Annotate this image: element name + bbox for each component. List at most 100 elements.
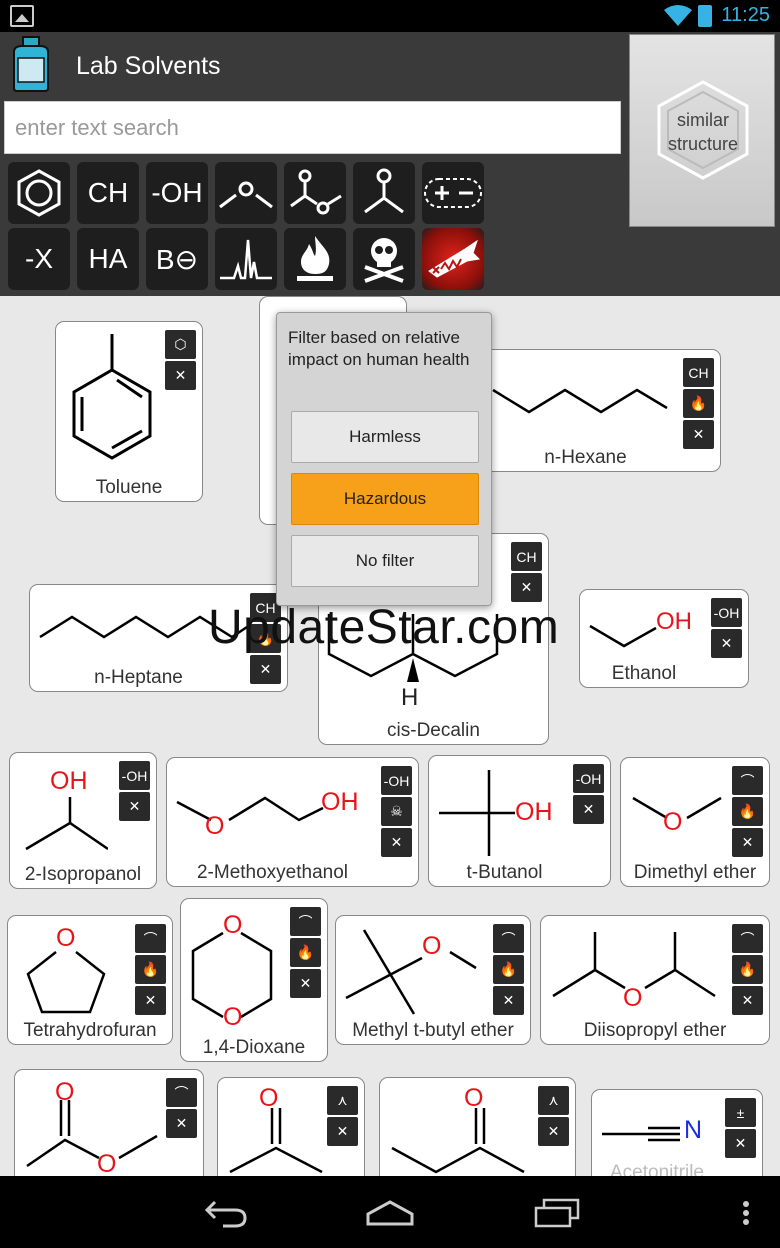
badge-oh: -OH (711, 598, 742, 627)
app-title: Lab Solvents (76, 52, 221, 80)
solvent-card-mtbe[interactable]: O ⌒ 🔥 ✕ Methyl t-butyl ether (335, 915, 531, 1045)
similar-label-line1: similar (677, 110, 729, 130)
solvent-bottle-icon (13, 36, 49, 92)
solvent-card-acetonitrile[interactable]: N ± ✕ Acetonitrile (591, 1089, 763, 1176)
ester-structure (26, 1100, 158, 1168)
solvent-card-acetone[interactable]: O ⋏ ✕ (217, 1077, 365, 1176)
solvent-card-ethanol[interactable]: OH -OH ✕ Ethanol (579, 589, 749, 688)
solvent-card-hexane[interactable]: CH 🔥 ✕ n-Hexane (470, 349, 721, 472)
methoxyethanol-o-label: O (205, 812, 225, 840)
badge-dead-fish-icon: ✕ (327, 1117, 358, 1146)
solvent-name: 2-Methoxyethanol (196, 862, 349, 883)
overflow-menu-icon[interactable] (742, 1200, 750, 1226)
methoxyethanol-structure (176, 796, 324, 822)
wifi-icon (664, 5, 692, 26)
harmless-option[interactable]: Harmless (291, 411, 479, 463)
hazardous-option[interactable]: Hazardous (291, 473, 479, 525)
solvent-card-ester[interactable]: O O ⌒ ✕ (14, 1069, 204, 1176)
filter-spectrum-button[interactable] (215, 228, 277, 290)
solvent-name: Diisopropyl ether (583, 1020, 727, 1041)
badge-dead-fish-icon: ✕ (135, 986, 166, 1015)
filter-base-button[interactable]: B⊖ (146, 228, 208, 290)
solvent-card-isopropanol[interactable]: OH -OH ✕ 2-Isopropanol (9, 752, 157, 889)
badge-dead-fish-icon: ✕ (711, 629, 742, 658)
decalin-h-label: H (401, 684, 419, 711)
badge-ether-icon: ⌒ (135, 924, 166, 953)
no-filter-option[interactable]: No filter (291, 535, 479, 587)
home-icon[interactable] (366, 1200, 414, 1226)
filter-ketone-button[interactable] (353, 162, 415, 224)
acetone-o-label: O (259, 1084, 279, 1112)
filter-hydrocarbon-button[interactable]: CH (77, 162, 139, 224)
acetone-structure (229, 1108, 323, 1174)
badge-oh: -OH (573, 764, 604, 793)
solvent-name: 2-Isopropanol (24, 864, 142, 885)
mtbe-o-label: O (422, 932, 442, 960)
health-filter-popup: Filter based on relative impact on human… (276, 312, 492, 606)
filter-halogenated-label: -X (25, 243, 53, 274)
dipe-o-label: O (623, 984, 643, 1012)
filter-ether-button[interactable] (215, 162, 277, 224)
filter-aromatic-button[interactable] (8, 162, 70, 224)
solvent-name: Dimethyl ether (633, 862, 757, 883)
benzene-ring-icon (17, 169, 61, 217)
solvent-name: Toluene (95, 477, 163, 498)
badge-dead-fish-icon: ✕ (290, 969, 321, 998)
popup-message: Filter based on relative impact on human… (288, 328, 470, 369)
solvent-card-butanone[interactable]: O ⋏ ✕ (379, 1077, 576, 1176)
solvent-name: t-Butanol (466, 862, 543, 883)
filter-toxic-button[interactable] (353, 228, 415, 290)
badge-dead-fish-icon: ✕ (381, 828, 412, 857)
filter-environment-button[interactable] (422, 228, 484, 290)
solvent-card-butanol[interactable]: OH -OH ✕ t-Butanol (428, 755, 611, 887)
badge-dead-fish-icon: ✕ (165, 361, 196, 390)
badge-dead-fish-icon: ✕ (538, 1117, 569, 1146)
badge-ketone-icon: ⋏ (327, 1086, 358, 1115)
hexane-structure (492, 388, 668, 414)
badge-ch: CH (683, 358, 714, 387)
solvent-card-dipe[interactable]: O ⌒ 🔥 ✕ Diisopropyl ether (540, 915, 770, 1045)
badge-dead-fish-icon: ✕ (493, 986, 524, 1015)
solvent-card-dioxane[interactable]: O O ⌒ 🔥 ✕ 1,4-Dioxane (180, 898, 328, 1062)
filter-ester-button[interactable] (284, 162, 346, 224)
solvent-card-methoxyethanol[interactable]: O OH -OH ☠ ✕ 2-Methoxyethanol (166, 757, 419, 887)
badge-dead-fish-icon: ✕ (732, 828, 763, 857)
solvent-card-thf[interactable]: O ⌒ 🔥 ✕ Tetrahydrofuran (7, 915, 173, 1045)
similar-structure-button[interactable]: similar structure (629, 34, 775, 227)
badge-dead-fish-icon: ✕ (166, 1109, 197, 1138)
badge-oh: -OH (119, 761, 150, 790)
filter-alcohol-button[interactable]: -OH (146, 162, 208, 224)
filter-flammable-button[interactable] (284, 228, 346, 290)
skull-crossbones-icon (364, 238, 404, 283)
solvent-name: Tetrahydrofuran (23, 1020, 157, 1041)
solvent-card-dimethylether[interactable]: O ⌒ 🔥 ✕ Dimethyl ether (620, 757, 770, 887)
battery-icon (698, 5, 712, 27)
solvent-name: Ethanol (611, 663, 677, 684)
recent-apps-icon[interactable] (534, 1198, 580, 1228)
acetonitrile-structure (602, 1126, 680, 1142)
filter-acid-button[interactable]: HA (77, 228, 139, 290)
dioxane-o-bottom-label: O (223, 1003, 243, 1031)
badge-ester-icon: ⌒ (166, 1078, 197, 1107)
filter-polar-aprotic-button[interactable] (422, 162, 484, 224)
clock: 11:25 (721, 4, 770, 26)
badge-oh: -OH (381, 766, 412, 795)
ether-icon (219, 181, 273, 209)
badge-flame-icon: 🔥 (732, 797, 763, 826)
solvent-name: Acetonitrile (610, 1162, 704, 1176)
similar-label-line2: structure (667, 134, 739, 154)
solvent-grid[interactable]: ⬡ ✕ Toluene CH 🔥 ✕ n-Hexane CH 🔥 ✕ n-Heptane … (0, 296, 780, 1176)
solvent-card-toluene[interactable]: ⬡ ✕ Toluene (55, 321, 203, 502)
solvent-name: 1,4-Dioxane (202, 1037, 306, 1058)
filter-halogenated-button[interactable]: -X (8, 228, 70, 290)
back-icon[interactable] (203, 1198, 247, 1228)
solvent-name: n-Hexane (544, 447, 627, 468)
acetonitrile-n-label: N (684, 1116, 703, 1144)
search-input[interactable] (4, 101, 621, 154)
ketone-icon (364, 168, 404, 214)
solvent-name: Methyl t-butyl ether (352, 1020, 514, 1041)
navigation-bar (0, 1176, 780, 1248)
badge-ether-icon: ⌒ (493, 924, 524, 953)
badge-ketone-icon: ⋏ (538, 1086, 569, 1115)
filter-acid-label: HA (88, 243, 128, 274)
